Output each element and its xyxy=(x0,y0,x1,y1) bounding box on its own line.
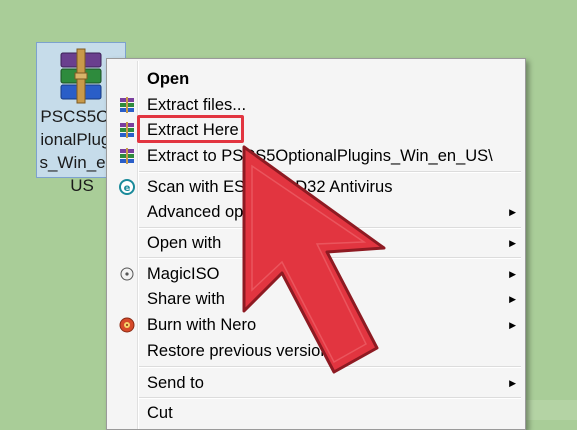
menu-item-label: Burn with Nero xyxy=(147,316,257,334)
menu-separator xyxy=(139,397,521,399)
extract-here-highlight xyxy=(137,115,244,143)
menu-item-magiciso[interactable]: MagicISO ▶ xyxy=(107,262,525,287)
menu-separator xyxy=(139,227,521,229)
submenu-arrow-icon: ▶ xyxy=(509,269,516,279)
submenu-arrow-icon: ▶ xyxy=(509,238,516,248)
winrar-books-icon xyxy=(120,122,134,138)
magiciso-icon xyxy=(120,267,134,281)
menu-item-label: Advanced options xyxy=(147,203,279,221)
menu-separator xyxy=(139,257,521,259)
nero-icon xyxy=(119,317,135,333)
winrar-books-icon xyxy=(120,148,134,164)
svg-text:e: e xyxy=(124,183,131,194)
menu-item-burn-with-nero[interactable]: Burn with Nero ▶ xyxy=(107,313,525,338)
submenu-arrow-icon: ▶ xyxy=(509,207,516,217)
menu-item-scan-eset[interactable]: e Scan with ESET NOD32 Antivirus xyxy=(107,175,525,200)
context-menu: Open Extract files... Extract Here Extra… xyxy=(106,58,526,430)
menu-item-send-to[interactable]: Send to ▶ xyxy=(107,371,525,396)
submenu-arrow-icon: ▶ xyxy=(509,320,516,330)
menu-item-label: Extract to PSCS5OptionalPlugins_Win_en_U… xyxy=(147,147,493,165)
menu-item-label: Open xyxy=(147,70,190,88)
menu-item-label: Restore previous versions xyxy=(147,342,338,360)
menu-item-label: Scan with ESET NOD32 Antivirus xyxy=(147,178,393,196)
winrar-archive-icon xyxy=(60,48,102,104)
menu-item-cut[interactable]: Cut xyxy=(107,401,525,426)
submenu-arrow-icon: ▶ xyxy=(509,378,516,388)
menu-item-share-with[interactable]: Share with ▶ xyxy=(107,287,525,312)
menu-item-label: Send to xyxy=(147,374,204,392)
submenu-arrow-icon: ▶ xyxy=(509,294,516,304)
menu-separator xyxy=(139,171,521,173)
menu-separator xyxy=(139,366,521,368)
winrar-books-icon xyxy=(120,97,134,113)
menu-item-extract-to[interactable]: Extract to PSCS5OptionalPlugins_Win_en_U… xyxy=(107,144,525,169)
eset-icon: e xyxy=(119,179,135,195)
menu-item-restore-previous-versions[interactable]: Restore previous versions xyxy=(107,339,525,364)
menu-item-label: Share with xyxy=(147,290,225,308)
menu-item-open[interactable]: Open xyxy=(107,67,525,92)
menu-item-advanced-options[interactable]: Advanced options ▶ xyxy=(107,200,525,225)
menu-item-open-with[interactable]: Open with ▶ xyxy=(107,231,525,256)
menu-item-label: Open with xyxy=(147,234,222,252)
menu-item-label: MagicISO xyxy=(147,265,220,283)
menu-item-label: Cut xyxy=(147,404,173,422)
